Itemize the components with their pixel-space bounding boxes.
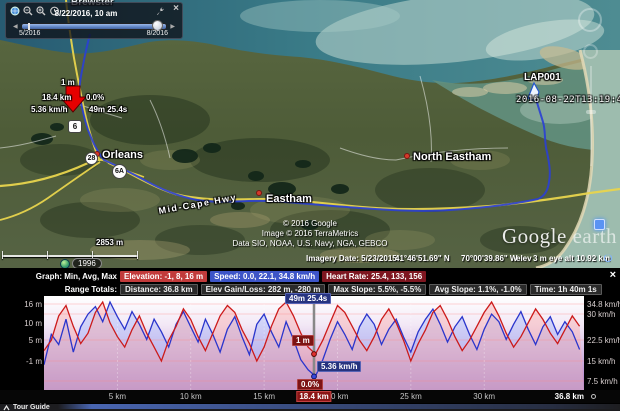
time-slider-end-date: 8/2016 (147, 30, 168, 37)
waypoint-label[interactable]: LAP001 (524, 72, 561, 83)
x-axis-tick: 10 km (180, 392, 202, 401)
scale-bar-label: 2853 m (96, 238, 123, 247)
map-label-orleans: Orleans (102, 149, 143, 161)
map-viewport[interactable]: Brewster Orleans Eastham North Eastham M… (0, 0, 620, 268)
x-axis-end-label: 36.8 km (555, 392, 584, 401)
x-axis-cursor-label: 18.4 km (296, 391, 331, 402)
y-axis-tick: 7.5 km/h (587, 377, 618, 386)
map-cursor-elevation: 1 m (61, 78, 75, 87)
y-axis-tick: -1 m (2, 357, 42, 366)
elevation-label: elev (516, 254, 532, 263)
map-cursor-distance: 18.4 km (42, 93, 71, 102)
google-earth-window: Brewster Orleans Eastham North Eastham M… (0, 0, 620, 411)
route-6-shield-icon: 6 (68, 120, 82, 133)
cursor-time-tooltip: 49m 25.4s (285, 293, 331, 304)
profile-plot[interactable] (44, 296, 584, 390)
copyright-line: Data SIO, NOAA, U.S. Navy, NGA, GEBCO (205, 239, 415, 249)
cursor-slope-tooltip: 0.0% (297, 379, 323, 390)
x-axis-tick: 5 km (109, 392, 126, 401)
city-dot-eastham (257, 191, 262, 196)
time-slider-track[interactable] (22, 24, 166, 29)
time-slider-current-date: 8/22/2016, 10 am (6, 9, 166, 18)
slider-skip-start-icon[interactable]: ◀ (13, 24, 18, 30)
look-joystick[interactable] (578, 8, 602, 32)
google-earth-logo: Google earth (502, 224, 617, 249)
time-slider-start-date: 5/2016 (19, 30, 40, 37)
x-axis-tick: 30 km (473, 392, 495, 401)
map-label-north-eastham: North Eastham (413, 151, 491, 163)
graph-stats-label: Graph: Min, Avg, Max (0, 272, 120, 281)
x-axis-bar[interactable]: 36.8 km 18.4 km 5 km10 km15 km20 km25 km… (0, 390, 620, 403)
cursor-speed-tooltip: 5.36 km/h (317, 361, 361, 372)
y-axis-tick: 30 km/h (587, 310, 615, 319)
y-axis-tick: 22.5 km/h (587, 336, 620, 345)
y-axis-tick: 10 m (2, 319, 42, 328)
tour-guide-button[interactable]: Tour Guide (3, 404, 50, 411)
y-axis-tick: 5 m (2, 336, 42, 345)
copyright-block: © 2016 Google Image © 2016 TerraMetrics … (205, 219, 415, 249)
zoom-slider[interactable] (590, 66, 592, 166)
range-handle-icon[interactable] (591, 394, 596, 399)
waypoint-timestamp: 2016-08-22T13:19:43Z (516, 95, 620, 105)
heart-rate-stats-badge[interactable]: Heart Rate: 25.4, 133, 156 (322, 271, 426, 282)
latitude: 41°46'51.69" N (395, 254, 450, 263)
time-slider-range-start[interactable] (28, 23, 30, 30)
chevron-up-icon (3, 405, 10, 411)
map-cursor-time: 49m 25.4s (89, 105, 127, 114)
route-28-shield-icon: 28 (85, 152, 98, 165)
historical-imagery-indicator[interactable]: 1996 (60, 258, 102, 268)
zoom-slider-handle[interactable] (586, 110, 596, 114)
time-total: Time: 1h 40m 1s (530, 284, 602, 295)
move-joystick[interactable] (583, 44, 598, 59)
wrench-icon[interactable] (155, 5, 166, 16)
y-axis-tick: 16 m (2, 300, 42, 309)
x-axis-tick: 15 km (253, 392, 275, 401)
city-dot-north-eastham (405, 154, 410, 159)
speed-stats-badge[interactable]: Speed: 0.0, 22.1, 34.8 km/h (210, 271, 319, 282)
map-label-eastham: Eastham (266, 193, 312, 205)
elevation-profile-panel: Graph: Min, Avg, Max Elevation: -1, 8, 1… (0, 268, 620, 411)
copyright-line: © 2016 Google (205, 219, 415, 229)
distance-total: Distance: 36.8 km (120, 284, 198, 295)
avg-slope: Avg Slope: 1.1%, -1.0% (429, 284, 526, 295)
footer-bar: Tour Guide (0, 403, 620, 411)
max-slope: Max Slope: 5.5%, -5.5% (328, 284, 426, 295)
map-cursor-slope: 0.0% (86, 93, 104, 102)
map-cursor-speed: 5.36 km/h (31, 105, 67, 114)
imagery-date: Imagery Date: 5/23/2015 (306, 254, 397, 263)
history-year-badge: 1996 (72, 258, 102, 268)
cursor-elevation-tooltip: 1 m (292, 335, 314, 346)
history-clock-icon (60, 259, 70, 269)
range-totals-label: Range Totals: (0, 285, 120, 294)
route-6a-shield-icon: 6A (112, 164, 127, 179)
graph-stats-row: Graph: Min, Avg, Max Elevation: -1, 8, 1… (0, 270, 614, 282)
longitude: 70°00'39.86" W (461, 254, 517, 263)
y-axis-tick: 34.8 km/h (587, 300, 620, 309)
y-axis-tick: 15 km/h (587, 357, 615, 366)
graph-close-icon[interactable]: × (610, 270, 616, 281)
time-slider-panel: 8/22/2016, 10 am × ◀ ▶ 5/2016 8/2016 (5, 2, 183, 39)
copyright-line: Image © 2016 TerraMetrics (205, 229, 415, 239)
eye-altitude: eye alt 10.92 km (549, 254, 610, 263)
x-axis-tick: 25 km (400, 392, 422, 401)
footer-highlight (58, 404, 620, 409)
elevation-stats-badge[interactable]: Elevation: -1, 8, 16 m (120, 271, 207, 282)
elevation-value: 3 m (533, 254, 547, 263)
slider-skip-end-icon[interactable]: ▶ (170, 24, 175, 30)
time-slider-close-icon[interactable]: × (173, 3, 179, 14)
streaming-indicator-icon (604, 254, 612, 262)
